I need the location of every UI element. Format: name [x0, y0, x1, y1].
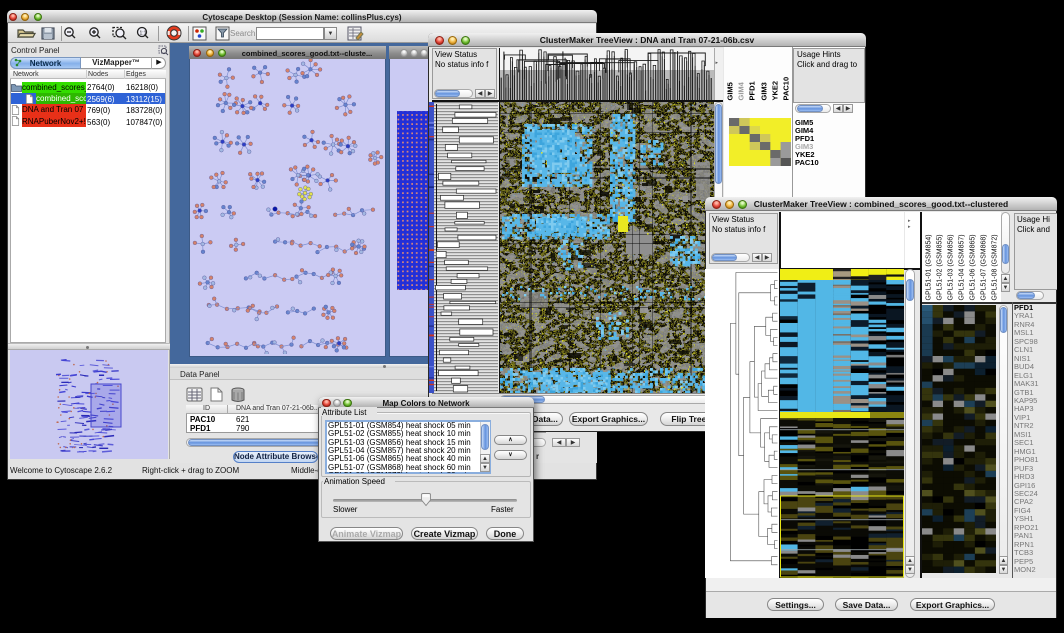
svg-text:1:1: 1:1 — [140, 31, 147, 37]
